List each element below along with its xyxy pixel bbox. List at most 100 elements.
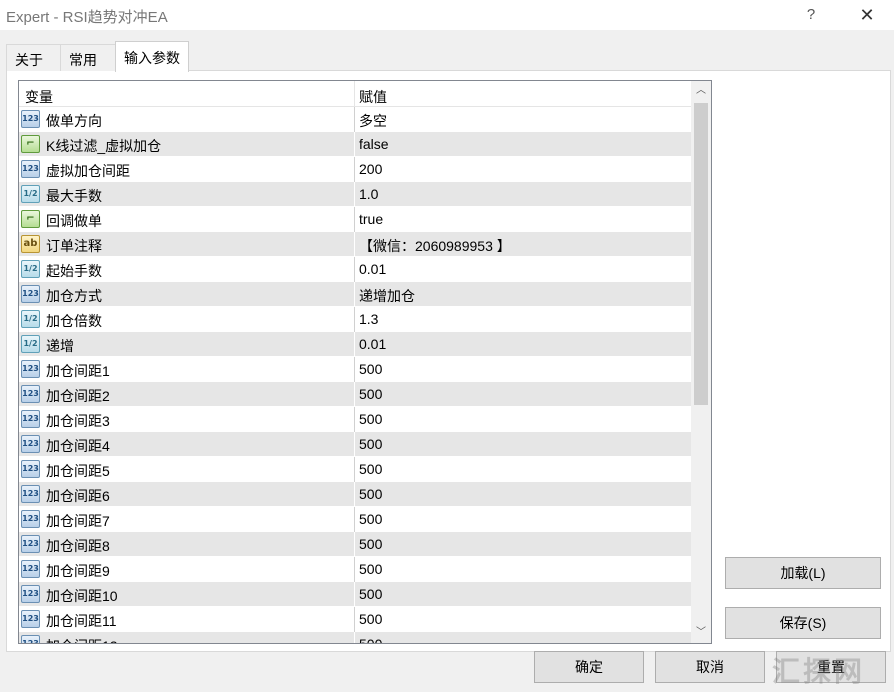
table-row[interactable]: 1/2 最大手数 1.0 — [19, 182, 691, 207]
parameter-value[interactable]: 500 — [359, 561, 382, 577]
help-button[interactable]: ? — [800, 4, 822, 26]
column-divider[interactable] — [354, 81, 355, 107]
table-row[interactable]: 123 加仓间距12 500 — [19, 632, 691, 643]
parameter-value[interactable]: 500 — [359, 386, 382, 402]
table-row[interactable]: 1/2 加仓倍数 1.3 — [19, 307, 691, 332]
scroll-down-arrow-icon[interactable]: ﹀ — [691, 623, 711, 643]
scrollbar-thumb[interactable] — [694, 103, 708, 405]
table-row[interactable]: 123 加仓间距5 500 — [19, 457, 691, 482]
parameter-value[interactable]: 500 — [359, 536, 382, 552]
tab-input-parameters[interactable]: 输入参数 — [115, 41, 189, 72]
cell-divider — [354, 132, 355, 157]
parameter-name: 回调做单 — [46, 213, 102, 229]
parameter-name: 虚拟加仓间距 — [46, 163, 130, 179]
scroll-up-arrow-icon[interactable]: ︿ — [691, 81, 711, 101]
parameter-name: 加仓间距1 — [46, 363, 110, 379]
parameter-value[interactable]: 500 — [359, 461, 382, 477]
parameter-value[interactable]: 500 — [359, 511, 382, 527]
table-row[interactable]: 123 加仓间距6 500 — [19, 482, 691, 507]
parameter-name: 加仓间距5 — [46, 463, 110, 479]
cell-divider — [354, 482, 355, 507]
cell-divider — [354, 207, 355, 232]
parameter-name: 加仓间距7 — [46, 513, 110, 529]
table-row[interactable]: 123 加仓间距8 500 — [19, 532, 691, 557]
parameter-value[interactable]: 500 — [359, 486, 382, 502]
parameter-value[interactable]: 递增加仓 — [359, 286, 415, 306]
parameter-value[interactable]: true — [359, 211, 383, 227]
table-row[interactable]: 123 做单方向 多空 — [19, 107, 691, 132]
table-row[interactable]: ⌐ 回调做单 true — [19, 207, 691, 232]
integer-type-icon: 123 — [21, 360, 40, 378]
integer-type-icon: 123 — [21, 435, 40, 453]
integer-type-icon: 123 — [21, 410, 40, 428]
parameter-name: 递增 — [46, 338, 74, 354]
table-row[interactable]: ab 订单注释 【微信：2060989953 】 — [19, 232, 691, 257]
integer-type-icon: 123 — [21, 485, 40, 503]
cell-divider — [354, 282, 355, 307]
table-row[interactable]: 1/2 递增 0.01 — [19, 332, 691, 357]
parameter-name: 加仓间距10 — [46, 588, 118, 604]
double-type-icon: 1/2 — [21, 335, 40, 353]
cancel-button[interactable]: 取消 — [655, 651, 765, 683]
table-row[interactable]: 123 加仓间距2 500 — [19, 382, 691, 407]
grid-header: 变量 赋值 — [19, 81, 691, 107]
parameter-name: 加仓方式 — [46, 288, 102, 304]
string-type-icon: ab — [21, 235, 40, 253]
cell-divider — [354, 332, 355, 357]
parameter-value[interactable]: 500 — [359, 636, 382, 643]
table-row[interactable]: 123 加仓方式 递增加仓 — [19, 282, 691, 307]
cell-divider — [354, 582, 355, 607]
parameter-value[interactable]: 500 — [359, 361, 382, 377]
parameter-value[interactable]: 500 — [359, 411, 382, 427]
parameter-value[interactable]: false — [359, 136, 389, 152]
table-row[interactable]: 123 加仓间距3 500 — [19, 407, 691, 432]
parameter-name: 加仓间距6 — [46, 488, 110, 504]
parameter-value[interactable]: 1.0 — [359, 186, 378, 202]
table-row[interactable]: 123 加仓间距10 500 — [19, 582, 691, 607]
table-row[interactable]: 123 加仓间距1 500 — [19, 357, 691, 382]
parameter-value[interactable]: 500 — [359, 436, 382, 452]
table-row[interactable]: 123 加仓间距9 500 — [19, 557, 691, 582]
double-type-icon: 1/2 — [21, 260, 40, 278]
ok-button[interactable]: 确定 — [534, 651, 644, 683]
cell-divider — [354, 382, 355, 407]
boolean-type-icon: ⌐ — [21, 135, 40, 153]
table-row[interactable]: 123 加仓间距4 500 — [19, 432, 691, 457]
parameter-value[interactable]: 0.01 — [359, 336, 386, 352]
parameter-value[interactable]: 0.01 — [359, 261, 386, 277]
integer-type-icon: 123 — [21, 510, 40, 528]
cell-divider — [354, 557, 355, 582]
close-button[interactable]: ✕ — [854, 3, 880, 27]
cell-divider — [354, 307, 355, 332]
column-header-variable[interactable]: 变量 — [25, 87, 53, 107]
table-row[interactable]: 123 加仓间距11 500 — [19, 607, 691, 632]
table-row[interactable]: ⌐ K线过滤_虚拟加仓 false — [19, 132, 691, 157]
parameter-value[interactable]: 多空 — [359, 111, 387, 131]
vertical-scrollbar[interactable]: ︿ ﹀ — [691, 81, 711, 643]
integer-type-icon: 123 — [21, 535, 40, 553]
cell-divider — [354, 632, 355, 643]
parameter-name: K线过滤_虚拟加仓 — [46, 138, 162, 154]
cell-divider — [354, 107, 355, 132]
parameter-value[interactable]: 200 — [359, 161, 382, 177]
table-row[interactable]: 1/2 起始手数 0.01 — [19, 257, 691, 282]
column-header-value[interactable]: 赋值 — [359, 87, 387, 107]
tab-about[interactable]: 关于 — [6, 44, 61, 71]
parameter-value[interactable]: 500 — [359, 611, 382, 627]
cell-divider — [354, 357, 355, 382]
parameter-value[interactable]: 1.3 — [359, 311, 378, 327]
integer-type-icon: 123 — [21, 635, 40, 643]
load-button[interactable]: 加载(L) — [725, 557, 881, 589]
save-button[interactable]: 保存(S) — [725, 607, 881, 639]
cell-divider — [354, 607, 355, 632]
table-row[interactable]: 123 加仓间距7 500 — [19, 507, 691, 532]
cell-divider — [354, 507, 355, 532]
integer-type-icon: 123 — [21, 560, 40, 578]
parameter-value[interactable]: 【微信：2060989953 】 — [359, 236, 511, 256]
parameter-value[interactable]: 500 — [359, 586, 382, 602]
tab-common[interactable]: 常用 — [60, 44, 116, 71]
cell-divider — [354, 182, 355, 207]
table-row[interactable]: 123 虚拟加仓间距 200 — [19, 157, 691, 182]
cell-divider — [354, 532, 355, 557]
integer-type-icon: 123 — [21, 585, 40, 603]
